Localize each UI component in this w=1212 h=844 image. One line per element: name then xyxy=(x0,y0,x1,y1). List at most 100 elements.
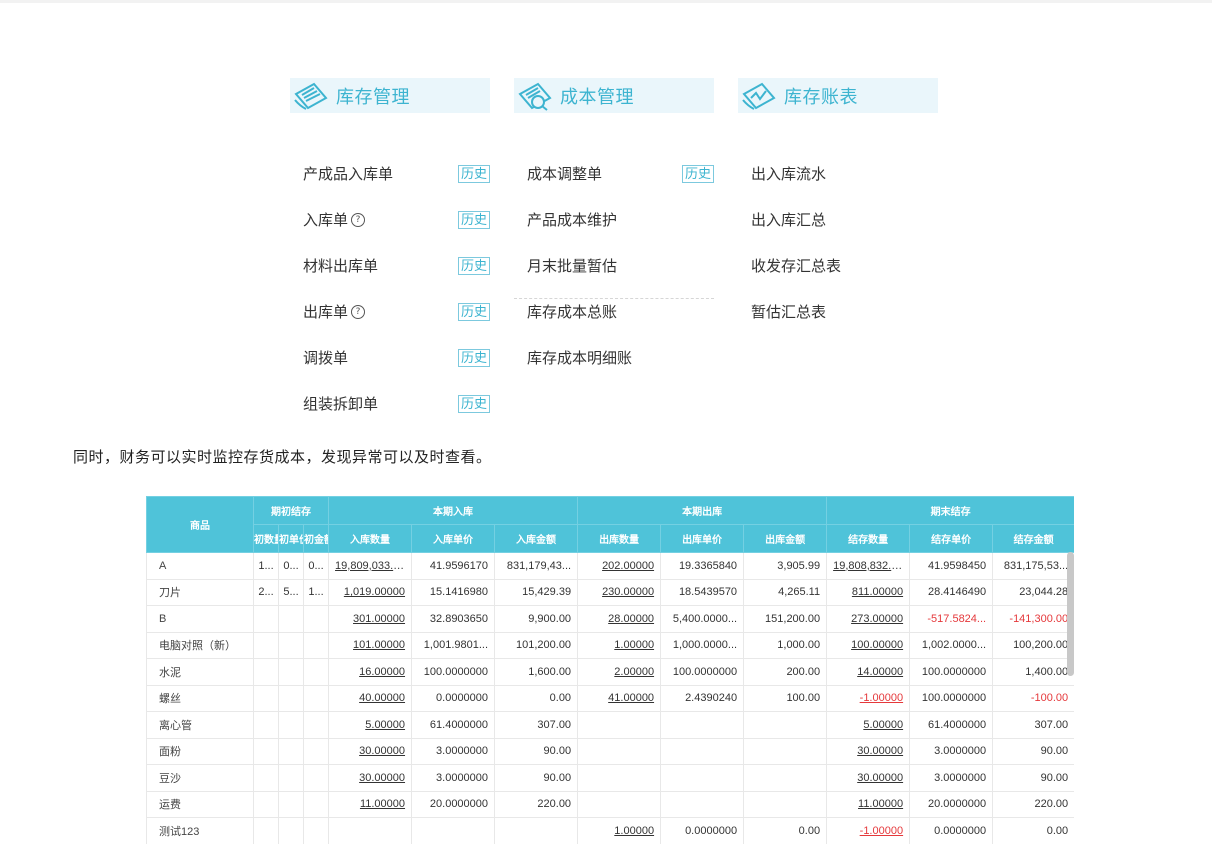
history-button[interactable]: 历史 xyxy=(458,395,490,413)
subheader-1[interactable]: 初单价 xyxy=(278,524,304,553)
subheader-9[interactable]: 结存数量 xyxy=(826,524,911,553)
cell-out_qty[interactable]: 1.00000 xyxy=(577,817,662,844)
cell-link[interactable]: 28.00000 xyxy=(608,613,654,625)
subheader-5[interactable]: 入库金额 xyxy=(494,524,579,553)
cell-in_qty[interactable]: 19,809,033.063 xyxy=(328,552,413,580)
cell-c_qty[interactable]: 11.00000 xyxy=(826,790,911,818)
cell-link[interactable]: 11.00000 xyxy=(858,798,903,810)
cell-link[interactable]: 273.00000 xyxy=(851,613,903,625)
history-button[interactable]: 历史 xyxy=(458,303,490,321)
cell-out_qty[interactable]: 230.00000 xyxy=(577,578,662,606)
cell-c_qty[interactable]: 5.00000 xyxy=(826,711,911,739)
cell-out_qty[interactable]: 202.00000 xyxy=(577,552,662,580)
subheader-2[interactable]: 初金额 xyxy=(302,524,330,553)
cell-link[interactable]: 2.00000 xyxy=(614,666,654,678)
cell-c_qty[interactable]: 273.00000 xyxy=(826,605,911,633)
menu-item-inventory-5[interactable]: 组装拆卸单 xyxy=(303,393,378,415)
menu-item-reports-0[interactable]: 出入库流水 xyxy=(751,163,826,185)
cell-link[interactable]: 41.00000 xyxy=(608,692,654,704)
cell-link[interactable]: 19,809,033.063 xyxy=(335,560,411,572)
cell-link[interactable]: 101.00000 xyxy=(353,639,405,651)
menu-item-reports-2[interactable]: 收发存汇总表 xyxy=(751,255,841,277)
table-row: 豆沙 30.00000 3.0000000 90.00 30.00000 3.000000… xyxy=(146,764,1074,792)
subheader-8[interactable]: 出库金额 xyxy=(743,524,828,553)
cell-link[interactable]: 30.00000 xyxy=(857,745,903,757)
cell-c_qty[interactable]: 30.00000 xyxy=(826,764,911,792)
menu-item-cost-0[interactable]: 成本调整单 xyxy=(527,163,602,185)
help-circle-icon[interactable]: ? xyxy=(351,213,366,227)
cell-link[interactable]: 1.00000 xyxy=(614,639,654,651)
cell-link[interactable]: 202.00000 xyxy=(602,560,654,572)
cell-link[interactable]: 5.00000 xyxy=(365,719,405,731)
cell-name: 测试123 xyxy=(146,817,254,844)
cell-in_amt: 9,900.00 xyxy=(494,605,579,633)
cell-link[interactable]: 30.00000 xyxy=(359,772,405,784)
menu-item-cost-2[interactable]: 月末批量暂估 xyxy=(527,255,617,277)
menu-item-reports-3[interactable]: 暂估汇总表 xyxy=(751,301,826,323)
history-button[interactable]: 历史 xyxy=(458,349,490,367)
subheader-6[interactable]: 出库数量 xyxy=(577,524,662,553)
cell-in_qty[interactable]: 40.00000 xyxy=(328,684,413,712)
cell-out_qty[interactable]: 41.00000 xyxy=(577,684,662,712)
cell-link[interactable]: 19,808,832.063 xyxy=(833,560,909,572)
inventory-management-column: 库存管理 产成品入库单 历史 入库单? 历史 材料出库单 历史 出库单? 历史 调拨单 历史 组装拆… xyxy=(290,78,490,413)
menu-item-inventory-3[interactable]: 出库单? xyxy=(303,301,366,323)
subheader-10[interactable]: 结存单价 xyxy=(909,524,994,553)
menu-item-cost-3[interactable]: 库存成本总账 xyxy=(527,301,617,323)
cell-in_qty[interactable]: 101.00000 xyxy=(328,631,413,659)
cell-link[interactable]: 11.00000 xyxy=(360,798,405,810)
cell-c_qty[interactable]: 100.00000 xyxy=(826,631,911,659)
history-button[interactable]: 历史 xyxy=(458,165,490,183)
cell-link[interactable]: -1.00000 xyxy=(860,825,903,837)
cell-in_qty[interactable]: 301.00000 xyxy=(328,605,413,633)
history-button[interactable]: 历史 xyxy=(458,257,490,275)
cell-c_amt: 23,044.28 xyxy=(992,578,1074,606)
cell-link[interactable]: 811.00000 xyxy=(852,586,903,598)
cell-link[interactable]: 230.00000 xyxy=(602,586,654,598)
cell-in_qty[interactable]: 5.00000 xyxy=(328,711,413,739)
cell-link[interactable]: 5.00000 xyxy=(863,719,903,731)
cell-link[interactable]: 1.00000 xyxy=(614,825,654,837)
cell-in_qty[interactable]: 11.00000 xyxy=(328,790,413,818)
menu-item-inventory-1[interactable]: 入库单? xyxy=(303,209,366,231)
menu-item-cost-4[interactable]: 库存成本明细账 xyxy=(527,347,632,369)
cell-c_qty[interactable]: 14.00000 xyxy=(826,658,911,686)
vertical-scrollbar-thumb[interactable] xyxy=(1067,552,1074,676)
cell-o2: 0... xyxy=(278,552,304,580)
header-product[interactable]: 商品 xyxy=(146,496,254,553)
cell-link[interactable]: 16.00000 xyxy=(359,666,405,678)
cell-out_qty[interactable]: 28.00000 xyxy=(577,605,662,633)
cell-link[interactable]: 30.00000 xyxy=(857,772,903,784)
cell-in_qty[interactable]: 1,019.00000 xyxy=(328,578,413,606)
subheader-11[interactable]: 结存金额 xyxy=(992,524,1074,553)
cell-in_qty[interactable]: 30.00000 xyxy=(328,764,413,792)
cell-in_qty[interactable]: 16.00000 xyxy=(328,658,413,686)
cell-c_qty[interactable]: 811.00000 xyxy=(826,578,911,606)
menu-item-cost-1[interactable]: 产品成本维护 xyxy=(527,209,617,231)
subheader-4[interactable]: 入库单价 xyxy=(411,524,496,553)
cell-c_qty[interactable]: 19,808,832.063 xyxy=(826,552,911,580)
cell-link[interactable]: 301.00000 xyxy=(353,613,405,625)
subheader-0[interactable]: 初数量 xyxy=(253,524,279,553)
menu-item-inventory-4[interactable]: 调拨单 xyxy=(303,347,348,369)
cell-link[interactable]: 40.00000 xyxy=(359,692,405,704)
cell-link[interactable]: -1.00000 xyxy=(860,692,903,704)
menu-item-inventory-2[interactable]: 材料出库单 xyxy=(303,255,378,277)
cell-link[interactable]: 30.00000 xyxy=(359,745,405,757)
cell-out_qty[interactable]: 2.00000 xyxy=(577,658,662,686)
help-circle-icon[interactable]: ? xyxy=(351,305,366,319)
cell-link[interactable]: 14.00000 xyxy=(857,666,903,678)
cell-c_qty[interactable]: -1.00000 xyxy=(826,684,911,712)
cell-link[interactable]: 1,019.00000 xyxy=(344,586,405,598)
subheader-7[interactable]: 出库单价 xyxy=(660,524,745,553)
history-button[interactable]: 历史 xyxy=(682,165,714,183)
history-button[interactable]: 历史 xyxy=(458,211,490,229)
cell-c_qty[interactable]: -1.00000 xyxy=(826,817,911,844)
subheader-3[interactable]: 入库数量 xyxy=(328,524,413,553)
cell-c_qty[interactable]: 30.00000 xyxy=(826,737,911,765)
menu-item-inventory-0[interactable]: 产成品入库单 xyxy=(303,163,393,185)
cell-link[interactable]: 100.00000 xyxy=(851,639,903,651)
cell-in_qty[interactable]: 30.00000 xyxy=(328,737,413,765)
cell-out_qty[interactable]: 1.00000 xyxy=(577,631,662,659)
menu-item-reports-1[interactable]: 出入库汇总 xyxy=(751,209,826,231)
